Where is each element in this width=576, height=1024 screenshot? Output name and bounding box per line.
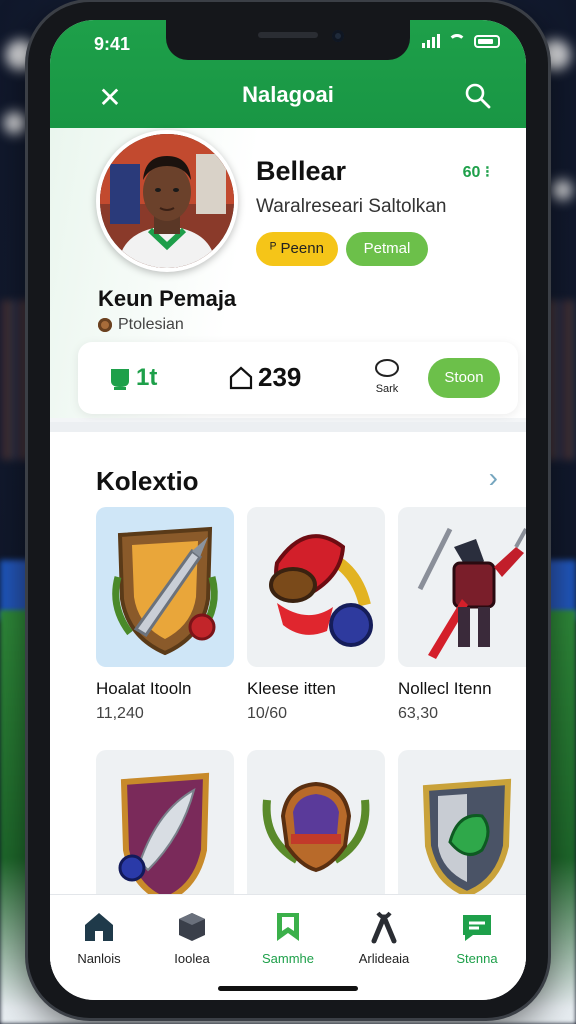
tab-items[interactable]: Ioolea <box>147 909 237 966</box>
home-indicator <box>218 986 358 991</box>
tab-label: Nanlois <box>77 951 121 966</box>
divider <box>50 422 526 432</box>
emerald-shield-icon <box>398 750 526 910</box>
stat-third[interactable]: Sark <box>366 358 408 395</box>
score-value: 60 <box>462 164 481 181</box>
app-screen: 9:41 ✕ Nalagoai Bellear 60 ⁝ Waralresear… <box>50 20 526 1000</box>
item-name: Hoalat Itooln <box>96 679 192 698</box>
chat-icon <box>459 909 495 945</box>
badge-icon: ᴾ <box>270 240 277 257</box>
tab-label: Sammhe <box>261 951 315 966</box>
item-count: 10/60 <box>247 705 288 722</box>
chat-bubble-icon <box>375 359 399 377</box>
home-icon <box>81 909 117 945</box>
signal-icon <box>422 34 440 48</box>
user-name: Keun Pemaja <box>98 286 237 311</box>
avatar[interactable] <box>96 130 238 272</box>
item-count: 63,30 <box>398 705 439 722</box>
horn-icon <box>247 507 385 667</box>
badge-label: Peenn <box>280 240 324 257</box>
status-time: 9:41 <box>94 34 131 54</box>
stat-second-value: 239 <box>258 362 302 392</box>
wifi-icon <box>448 34 466 48</box>
tab-home[interactable]: Nanlois <box>54 909 144 966</box>
helmet-laurel-icon <box>247 750 385 910</box>
tab-chat[interactable]: Stenna <box>432 909 522 966</box>
stat-third-label: Sark <box>375 383 399 395</box>
bookmark-icon <box>270 909 306 945</box>
collection-item[interactable]: Hoalat Itooln 11,240 <box>96 507 234 723</box>
notch <box>166 20 410 60</box>
item-name: Kleese itten <box>247 679 336 698</box>
ribbon-icon <box>366 909 402 945</box>
page-title: Nalagoai <box>242 82 334 107</box>
profile-score: 60 ⁝ <box>463 162 490 182</box>
phone-frame: 9:41 ✕ Nalagoai Bellear 60 ⁝ Waralresear… <box>28 2 548 1018</box>
feather-shield-icon <box>96 750 234 910</box>
chevron-right-icon[interactable]: › <box>489 462 498 494</box>
profile-name: Bellear <box>256 156 347 186</box>
stats-bar: 1t 239 Sark Stoon <box>78 342 518 414</box>
follow-button[interactable]: Stoon <box>428 358 500 398</box>
house-icon <box>229 366 253 389</box>
stat-first[interactable]: 1t <box>108 364 157 392</box>
trophy-icon <box>111 369 129 390</box>
collection-item[interactable]: Nollecl Itenn 63,30 <box>398 507 526 723</box>
search-icon[interactable] <box>464 82 492 110</box>
user-role: Ptolesian <box>98 316 184 334</box>
item-name: Nollecl Itenn <box>398 679 492 698</box>
role-label: Ptolesian <box>118 316 184 333</box>
tab-ribbon[interactable]: Arlideaia <box>339 909 429 966</box>
stat-first-value: 1t <box>136 364 158 391</box>
collection-item[interactable]: Kleese itten 10/60 <box>247 507 385 723</box>
section-title: Kolextio <box>96 466 199 496</box>
tab-label: Arlideaia <box>358 951 410 966</box>
tab-bar: Nanlois Ioolea Sammhe Arlideaia Stenna <box>50 894 526 1000</box>
shield-sword-icon <box>96 507 234 667</box>
tab-active[interactable]: Sammhe <box>243 909 333 966</box>
knight-warrior-icon <box>398 507 526 667</box>
tab-label: Stenna <box>456 951 498 966</box>
badge-green[interactable]: Petmal <box>346 232 428 266</box>
role-icon <box>98 318 112 332</box>
item-count: 11,240 <box>96 705 144 722</box>
profile-subtitle: Waralreseari Saltolkan <box>256 196 447 217</box>
status-icons <box>422 34 500 48</box>
stat-second[interactable]: 239 <box>228 362 301 393</box>
badge-yellow[interactable]: ᴾ Peenn <box>256 232 338 266</box>
cube-icon <box>174 909 210 945</box>
battery-icon <box>474 35 500 48</box>
tab-label: Ioolea <box>174 951 210 966</box>
score-icon: ⁝ <box>484 164 490 181</box>
